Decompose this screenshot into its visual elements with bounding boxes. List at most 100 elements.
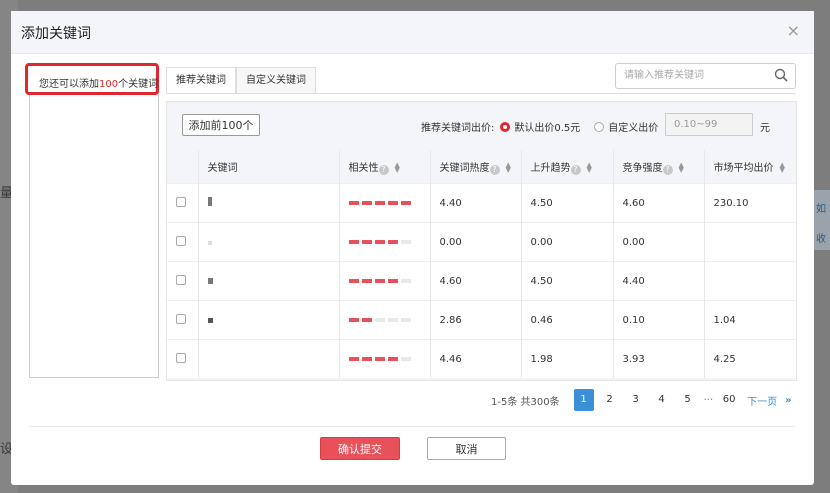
header-select <box>167 150 199 184</box>
next-page-link[interactable]: 下一页 <box>747 393 777 408</box>
keyword-tabs: 推荐关键词 自定义关键词 <box>166 67 316 94</box>
dialog-title: 添加关键词 <box>21 26 91 42</box>
sort-icon[interactable]: ▲ ▼ <box>506 161 511 173</box>
row-checkbox[interactable] <box>176 235 186 246</box>
sort-icon[interactable]: ▲ ▼ <box>780 162 785 174</box>
relevance-bar-segment <box>374 201 385 205</box>
confirm-submit-button[interactable]: 确认提交 <box>320 437 400 460</box>
background-text-3: 如 <box>816 204 826 215</box>
relevance-bar-segment <box>361 279 372 283</box>
relevance-bar-segment <box>387 318 398 322</box>
relevance-bar-segment <box>387 240 398 244</box>
table-header: 关键词 相关性? ▲ ▼ 关键词热度? ▲ ▼ 上升趋势? ▲ ▼ 竞争强度? ▲ ▼ 市场平均… <box>167 150 796 184</box>
tab-recommended[interactable]: 推荐关键词 <box>166 67 236 94</box>
header-relevance[interactable]: 相关性? ▲ ▼ <box>339 150 431 184</box>
row-checkbox[interactable] <box>176 196 186 207</box>
relevance-bar-segment <box>374 240 385 244</box>
relevance-bars <box>348 240 430 244</box>
competition-value: 0.00 <box>613 222 705 262</box>
default-bid-radio[interactable] <box>500 121 511 132</box>
header-trend[interactable]: 上升趋势? ▲ ▼ <box>521 150 614 184</box>
help-icon: ? <box>489 164 500 175</box>
background-text-4: 收 <box>816 234 826 245</box>
header-keyword: 关键词 <box>198 150 340 184</box>
sort-icon[interactable]: ▲ ▼ <box>395 161 400 173</box>
add-top-100-button[interactable]: 添加前100个 <box>182 114 260 136</box>
search-input[interactable] <box>616 64 782 86</box>
sort-icon[interactable]: ▲ ▼ <box>679 161 684 173</box>
custom-bid-radio[interactable] <box>594 121 605 132</box>
dialog-header: 添加关键词 × <box>11 11 814 54</box>
page-ellipsis: ··· <box>703 394 714 406</box>
trend-value: 4.50 <box>521 261 614 301</box>
relevance-bar-segment <box>374 318 385 322</box>
page-2[interactable]: 2 <box>600 389 620 411</box>
search-icon[interactable] <box>774 68 788 82</box>
recommended-keywords-content: 添加前100个 推荐关键词出价: 默认出价0.5元 自定义出价 0.10~99 … <box>166 101 797 381</box>
page-1[interactable]: 1 <box>573 389 594 411</box>
pagination: 1-5条 共300条 1 2 3 4 5 ··· 60 下一页 » <box>491 389 792 411</box>
avg-bid-value: 1.04 <box>704 300 796 340</box>
relevance-bar-segment <box>348 357 359 361</box>
sort-icon[interactable]: ▲ ▼ <box>587 161 592 173</box>
header-keyword-label: 关键词 <box>207 163 238 174</box>
table-row: 4.60 4.50 4.40 <box>167 261 796 301</box>
table-row: 0.00 0.00 0.00 <box>167 222 796 262</box>
keyword-search <box>615 63 796 89</box>
relevance-bar-segment <box>374 357 385 361</box>
relevance-bar-segment <box>374 279 385 283</box>
competition-value: 4.40 <box>613 261 705 301</box>
relevance-bar-segment <box>387 279 398 283</box>
heat-value: 4.40 <box>430 183 522 223</box>
page-5[interactable]: 5 <box>678 389 698 411</box>
relevance-bar-segment <box>361 201 372 205</box>
bid-unit: 元 <box>760 123 770 134</box>
relevance-bar-segment <box>348 318 359 322</box>
selected-keywords-panel <box>29 67 159 378</box>
keyword-redacted <box>207 317 213 323</box>
add-keyword-dialog: 添加关键词 × 您还可以添加100个关键词 推荐关键词 自定义关键词 添加前10… <box>11 11 814 485</box>
cancel-button[interactable]: 取消 <box>427 437 506 460</box>
page-last[interactable]: 60 <box>719 389 739 411</box>
bid-options: 推荐关键词出价: 默认出价0.5元 自定义出价 <box>421 119 658 134</box>
row-checkbox[interactable] <box>176 352 186 363</box>
tab-divider <box>166 93 796 94</box>
page-3[interactable]: 3 <box>626 389 646 411</box>
close-icon[interactable]: × <box>787 21 800 40</box>
relevance-bar-segment <box>387 357 398 361</box>
relevance-bar-segment <box>361 357 372 361</box>
header-avg-bid[interactable]: 市场平均出价 ▲ ▼ <box>704 150 796 184</box>
table-row: 2.86 0.46 0.10 1.04 <box>167 300 796 340</box>
header-competition[interactable]: 竞争强度? ▲ ▼ <box>613 150 705 184</box>
avg-bid-value: 4.25 <box>704 339 796 378</box>
header-heat[interactable]: 关键词热度? ▲ ▼ <box>430 150 522 184</box>
keyword-redacted <box>207 277 213 284</box>
table-row: 4.46 1.98 3.93 4.25 <box>167 339 796 378</box>
relevance-bar-segment <box>348 240 359 244</box>
header-heat-label: 关键词热度 <box>439 162 490 174</box>
header-avg-bid-label: 市场平均出价 <box>713 163 774 174</box>
tab-custom[interactable]: 自定义关键词 <box>236 67 316 93</box>
trend-value: 0.46 <box>521 300 614 340</box>
relevance-bar-segment <box>400 318 411 322</box>
custom-bid-label[interactable]: 自定义出价 <box>608 119 658 134</box>
relevance-bar-segment <box>348 279 359 283</box>
competition-value: 3.93 <box>613 339 705 378</box>
custom-bid-input[interactable]: 0.10~99 <box>665 113 753 136</box>
keyword-redacted <box>207 240 212 245</box>
heat-value: 4.46 <box>430 339 522 378</box>
footer-divider <box>29 426 795 427</box>
heat-value: 4.60 <box>430 261 522 301</box>
quota-prefix: 您还可以添加 <box>39 79 99 90</box>
page-4[interactable]: 4 <box>652 389 672 411</box>
default-bid-label[interactable]: 默认出价0.5元 <box>514 119 580 134</box>
keyword-quota-notice: 您还可以添加100个关键词 <box>25 63 159 95</box>
trend-value: 4.50 <box>521 183 614 223</box>
bid-label: 推荐关键词出价: <box>421 123 495 134</box>
relevance-bar-segment <box>400 240 411 244</box>
double-chevron-right-icon[interactable]: » <box>785 395 791 406</box>
avg-bid-value <box>704 222 796 262</box>
row-checkbox[interactable] <box>176 313 186 324</box>
pagination-summary: 1-5条 共300条 <box>491 396 560 408</box>
row-checkbox[interactable] <box>176 274 186 285</box>
